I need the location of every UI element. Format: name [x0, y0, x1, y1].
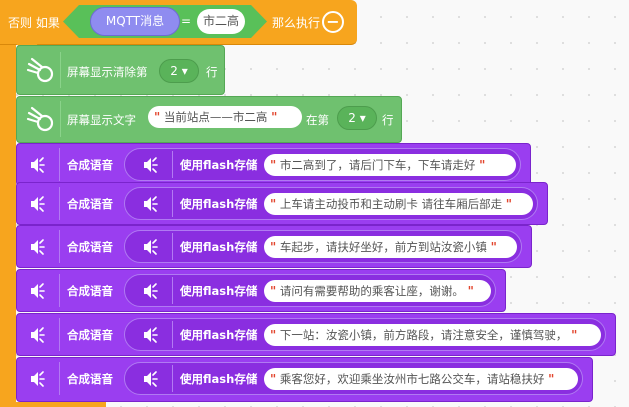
- comet-icon: [21, 99, 61, 139]
- block-separator: [59, 274, 60, 307]
- speaker-icon: [142, 370, 160, 388]
- else-if-block-bottom: [16, 402, 106, 407]
- block-separator: [60, 101, 61, 137]
- block-separator: [172, 277, 173, 304]
- flash-storage-label: 使用flash存储: [180, 240, 258, 254]
- speaker-icon: [29, 156, 47, 174]
- flash-storage-label: 使用flash存储: [180, 284, 258, 298]
- then-label: 那么执行: [272, 16, 321, 30]
- block-separator: [172, 151, 173, 178]
- block-separator: [172, 321, 173, 348]
- collapse-minus-button[interactable]: −: [322, 11, 344, 33]
- speech-text-input[interactable]: " 车起步，请扶好坐好，前方到站汝瓷小镇 ": [264, 236, 517, 258]
- flash-storage-label: 使用flash存储: [180, 328, 258, 342]
- flash-storage-label: 使用flash存储: [180, 158, 258, 172]
- else-if-label: 否则 如果: [8, 16, 60, 30]
- row-number-dropdown[interactable]: 2 ▾: [337, 106, 377, 130]
- block-separator: [59, 318, 60, 351]
- speech-text-input[interactable]: " 上车请主动投币和主动刷卡 请往车厢后部走 ": [264, 193, 533, 215]
- speaker-icon: [29, 282, 47, 300]
- speaker-icon: [29, 326, 47, 344]
- speech-label: 合成语音: [67, 158, 113, 172]
- block-separator: [59, 362, 60, 395]
- block-separator: [60, 52, 61, 88]
- mqtt-message-variable[interactable]: MQTT消息: [90, 7, 180, 36]
- speaker-icon: [142, 195, 160, 213]
- speech-text-input[interactable]: " 请问有需要帮助的乘客让座，谢谢。 ": [264, 280, 491, 302]
- condition-value-input[interactable]: 市二高: [197, 9, 245, 34]
- display-clear-label: 屏幕显示清除第: [67, 65, 148, 79]
- row-suffix-label: 行: [382, 113, 394, 127]
- speech-label: 合成语音: [67, 328, 113, 342]
- display-text-input[interactable]: " 当前站点——市二高 ": [148, 106, 302, 128]
- speech-label: 合成语音: [67, 372, 113, 386]
- block-separator: [59, 187, 60, 220]
- speaker-icon: [142, 326, 160, 344]
- row-suffix-label: 行: [206, 65, 218, 79]
- speaker-icon: [29, 238, 47, 256]
- speaker-icon: [142, 238, 160, 256]
- block-separator: [172, 365, 173, 392]
- comet-icon: [21, 50, 61, 90]
- display-text-label: 屏幕显示文字: [67, 113, 136, 127]
- else-if-block-arm: [0, 40, 16, 407]
- speech-label: 合成语音: [67, 197, 113, 211]
- speech-text-input[interactable]: " 乘客您好，欢迎乘坐汝州市七路公交车，请站稳扶好 ": [264, 368, 578, 390]
- equals-sign: =: [181, 14, 192, 28]
- speaker-icon: [29, 370, 47, 388]
- flash-storage-label: 使用flash存储: [180, 197, 258, 211]
- speaker-icon: [29, 195, 47, 213]
- flash-storage-label: 使用flash存储: [180, 372, 258, 386]
- row-prefix-label: 在第: [306, 113, 329, 127]
- speech-label: 合成语音: [67, 240, 113, 254]
- block-separator: [172, 233, 173, 260]
- block-separator: [172, 190, 173, 217]
- block-separator: [59, 148, 60, 181]
- speech-text-input[interactable]: " 下一站：汝瓷小镇，前方路段，请注意安全，谨慎驾驶， ": [264, 324, 601, 346]
- speaker-icon: [142, 282, 160, 300]
- speech-text-input[interactable]: " 市二高到了，请后门下车，下车请走好 ": [264, 154, 516, 176]
- speech-label: 合成语音: [67, 284, 113, 298]
- block-separator: [59, 230, 60, 263]
- row-number-dropdown[interactable]: 2 ▾: [159, 59, 199, 83]
- speaker-icon: [142, 156, 160, 174]
